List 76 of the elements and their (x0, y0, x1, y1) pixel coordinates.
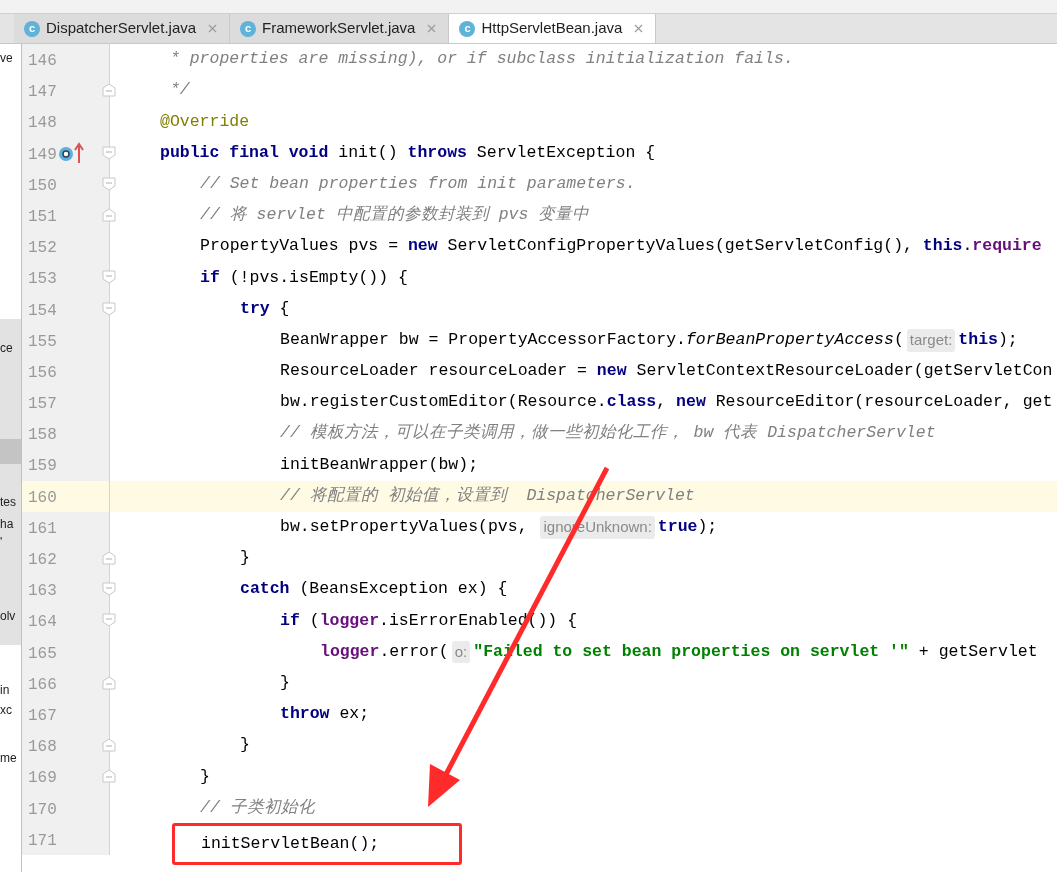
code-line: public final void init() throws ServletException { (160, 141, 656, 164)
fold-marker-icon[interactable] (102, 301, 116, 316)
line-number: 153 (28, 269, 57, 291)
scrollbar-thumb[interactable] (0, 439, 21, 464)
panel-text-fragment: olv (0, 608, 16, 624)
code-line: } (280, 671, 290, 694)
fold-marker-icon[interactable] (102, 83, 116, 98)
editor-tab[interactable]: c FrameworkServlet.java (230, 14, 450, 43)
line-number: 160 (28, 487, 57, 509)
editor-tab[interactable]: c DispatcherServlet.java (14, 14, 231, 43)
fold-marker-icon[interactable] (102, 145, 116, 160)
line-number: 155 (28, 331, 57, 353)
code-line: try { (240, 297, 290, 320)
line-number: 168 (28, 737, 57, 759)
line-number: 163 (28, 581, 57, 603)
code-line: throw ex; (280, 703, 370, 726)
panel-text-fragment: tes (0, 494, 16, 510)
fold-marker-icon[interactable] (102, 613, 116, 628)
code-line: initBeanWrapper(bw); (280, 453, 479, 476)
code-line: // 模板方法，可以在子类调用，做一些初始化工作， bw 代表 DispatcherServlet (280, 422, 936, 445)
line-number: 171 (28, 830, 57, 852)
fold-marker-icon[interactable] (102, 176, 116, 191)
class-file-icon: c (240, 20, 257, 37)
line-number: 166 (28, 674, 57, 696)
editor-tab[interactable]: c HttpServletBean.java (449, 14, 657, 43)
panel-text-fragment: ve (0, 50, 13, 66)
panel-text-fragment: in (0, 682, 10, 698)
line-number: 162 (28, 550, 57, 571)
line-number: 157 (28, 394, 57, 416)
code-line: // 将 servlet 中配置的参数封装到 pvs 变量中 (200, 204, 590, 227)
line-number: 170 (28, 799, 57, 821)
panel-text-fragment: ' (0, 534, 3, 550)
panel-text-fragment: me (0, 750, 17, 766)
fold-marker-icon[interactable] (102, 769, 116, 784)
line-number: 146 (28, 51, 57, 72)
panel-text-fragment: ha (0, 516, 14, 532)
code-line: } (240, 734, 250, 757)
fold-marker-icon[interactable] (102, 207, 116, 222)
class-file-icon: c (24, 20, 40, 37)
code-line: ResourceLoader resourceLoader = new ServletContextResourceLoader(getServletCon (280, 360, 1053, 383)
line-number: 152 (28, 238, 57, 260)
fold-marker-icon[interactable] (102, 270, 116, 285)
code-line: BeanWrapper bw = PropertyAccessorFactory.forBeanPropertyAccess( target: this); (280, 327, 1018, 353)
code-line: } (240, 547, 250, 570)
code-line: } (200, 765, 210, 788)
panel-text-fragment: xc (0, 702, 12, 718)
fold-marker-icon[interactable] (102, 551, 116, 565)
line-number: 149 (28, 144, 57, 166)
code-line: * properties are missing), or if subclass initialization fails. (168, 48, 794, 71)
line-number: 156 (28, 362, 57, 384)
code-line: // 子类初始化 (200, 796, 315, 819)
line-number: 167 (28, 705, 57, 727)
fold-marker-icon[interactable] (102, 738, 116, 753)
line-number: 154 (28, 300, 57, 322)
line-number: 159 (28, 456, 57, 478)
line-number: 158 (28, 425, 57, 447)
code-line: bw.registerCustomEditor(Resource.class, new ResourceEditor(resourceLoader, get (280, 391, 1053, 414)
code-line: catch (BeansException ex) { (240, 578, 508, 601)
override-marker-icon[interactable] (58, 141, 86, 164)
class-file-icon: c (459, 20, 476, 37)
line-number: 151 (28, 206, 57, 228)
code-line: PropertyValues pvs = new ServletConfigPropertyValues(getServletConfig(), this.require (200, 235, 1042, 258)
line-number: 161 (28, 518, 57, 540)
code-line: // Set bean properties from init parameters. (200, 172, 636, 195)
line-number: 164 (28, 612, 57, 634)
line-number: 169 (28, 768, 57, 790)
code-line: */ (168, 79, 190, 102)
fold-marker-icon[interactable] (102, 582, 116, 597)
fold-marker-icon[interactable] (102, 675, 116, 690)
line-number: 148 (28, 113, 57, 135)
line-number: 150 (28, 175, 57, 197)
line-number: 165 (28, 643, 57, 665)
code-line: @Override (160, 110, 250, 133)
line-number: 147 (28, 82, 57, 104)
code-line: if (!pvs.isEmpty()) { (200, 266, 408, 289)
panel-text-fragment: ce (0, 340, 13, 356)
